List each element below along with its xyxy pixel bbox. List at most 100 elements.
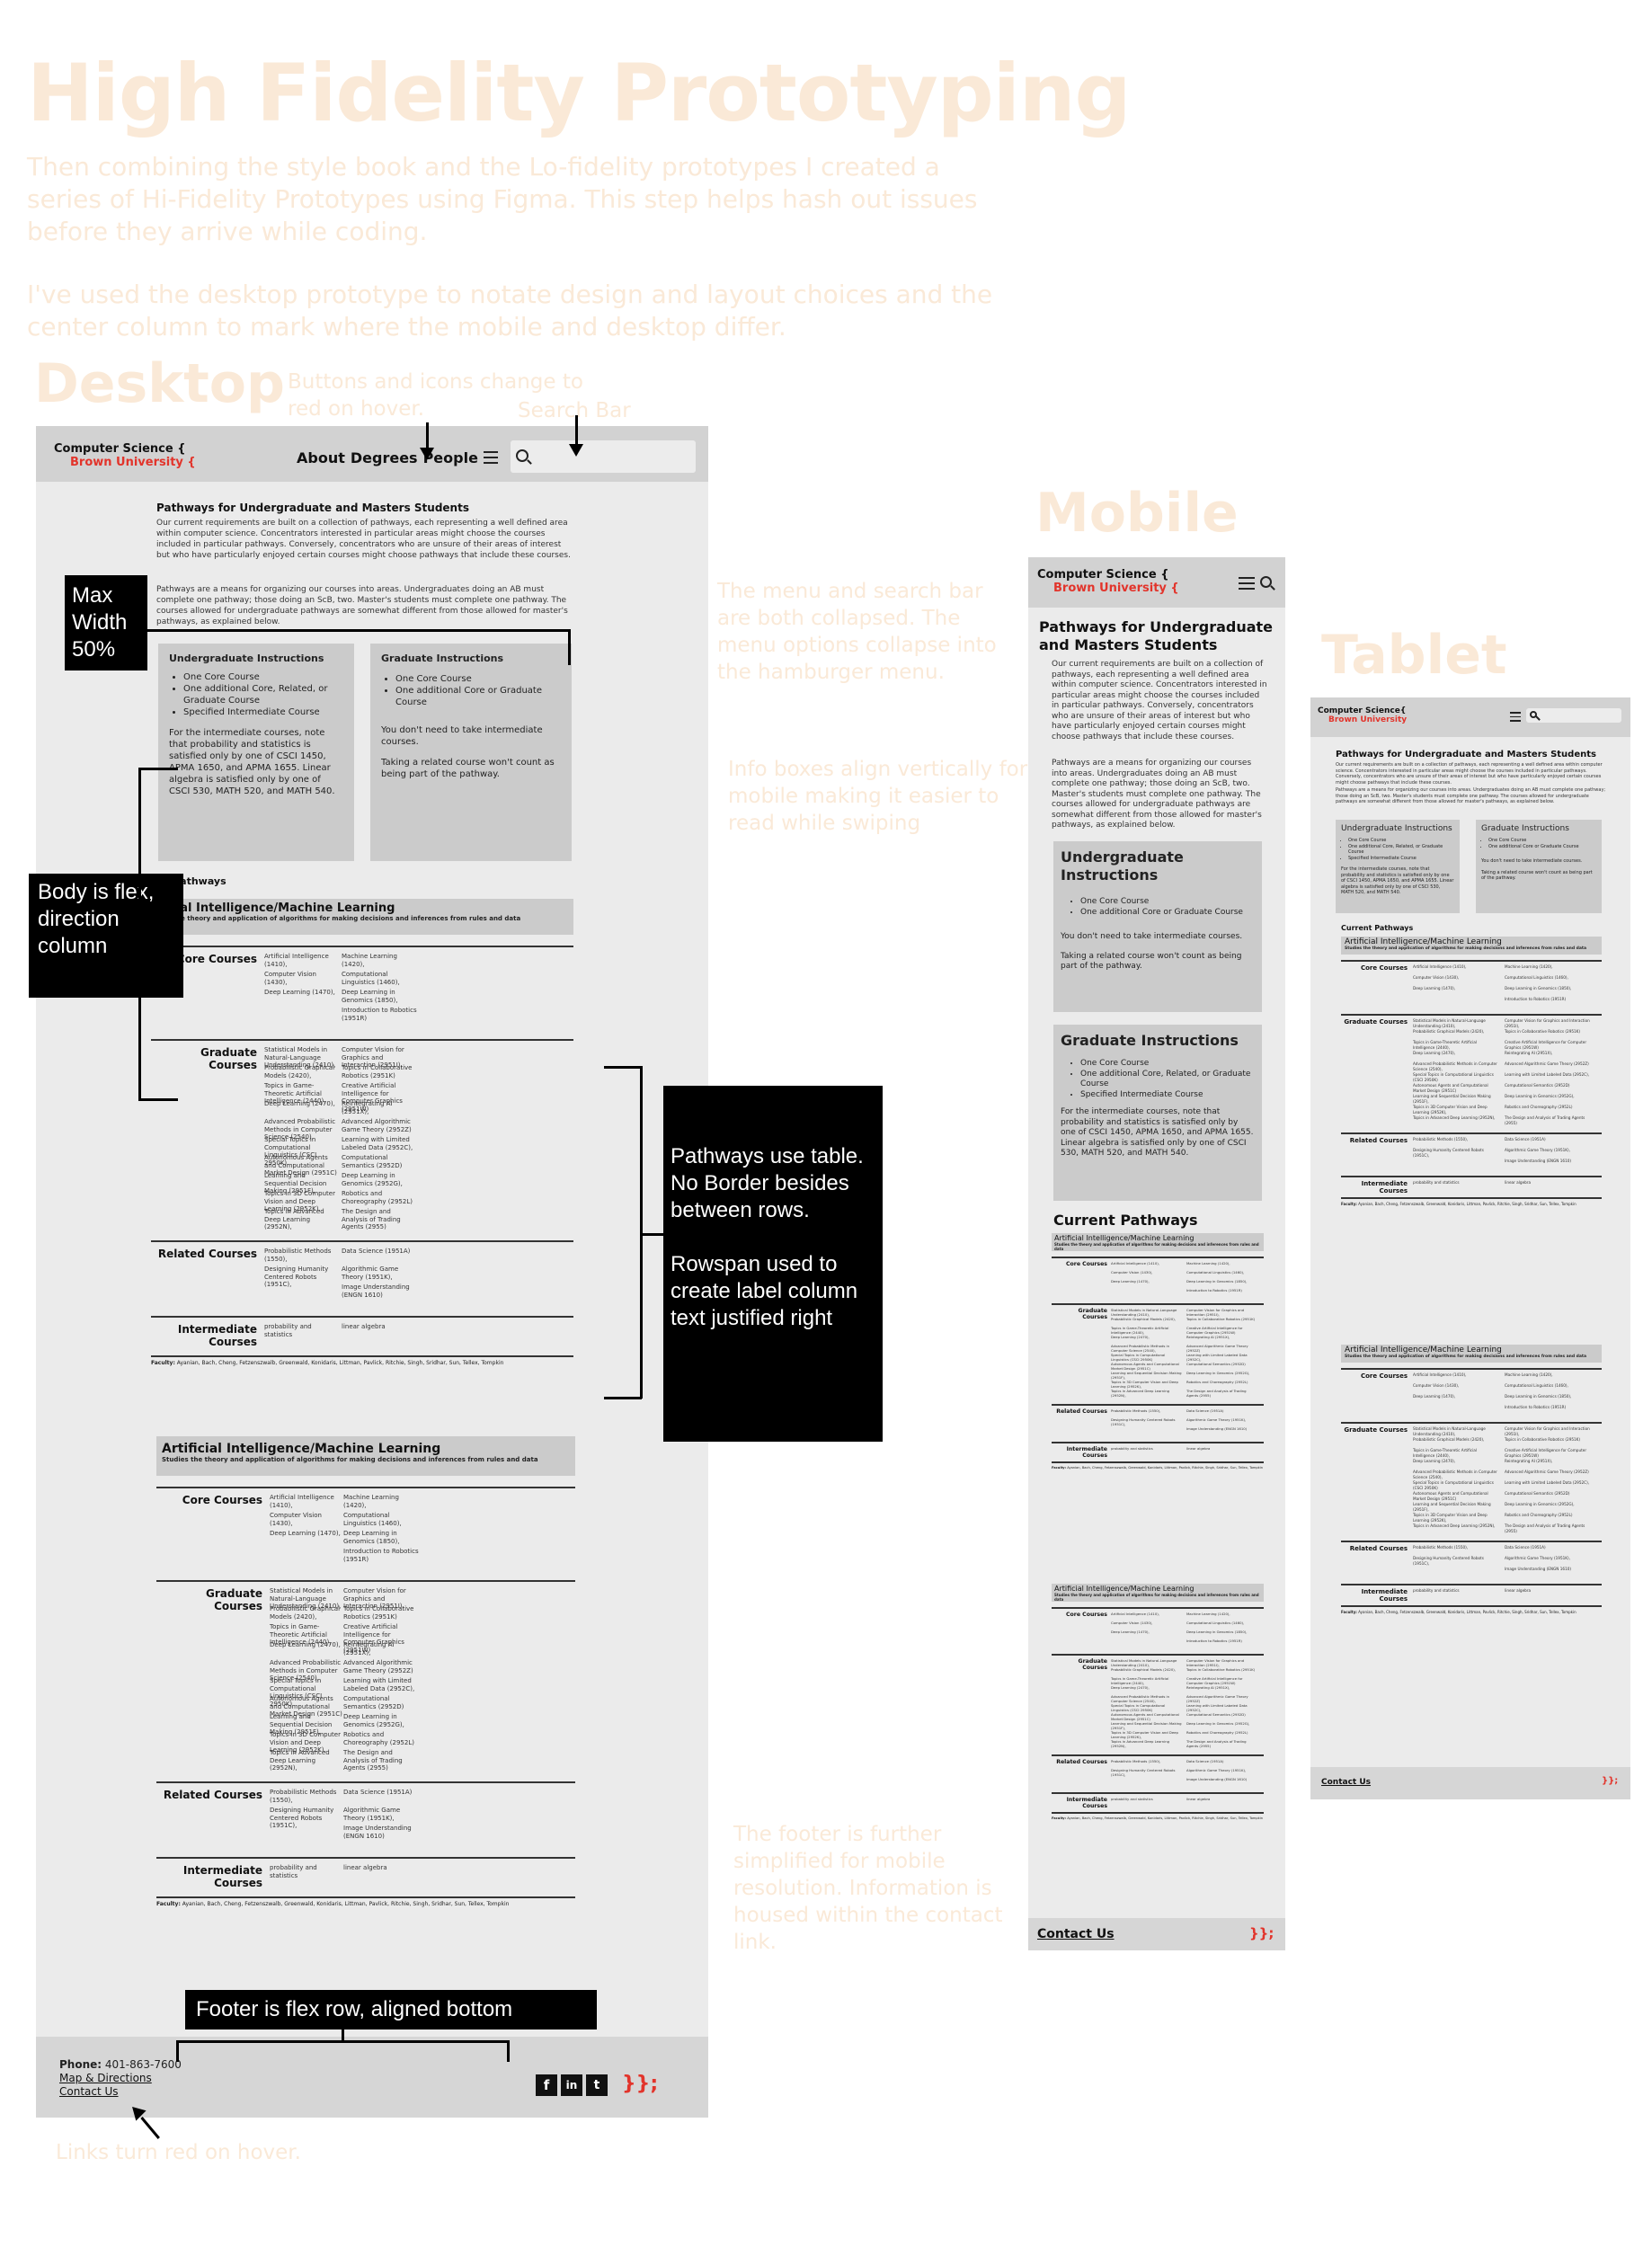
course-cell[interactable]: Deep Learning in Genomics (2952G), — [343, 1713, 419, 1728]
course-cell[interactable]: Computer Vision (1430), — [1413, 975, 1499, 981]
course-cell[interactable]: Statistical Models in Natural-Language U… — [1413, 1018, 1499, 1028]
course-cell[interactable]: Deep Learning in Genomics (1850), — [1186, 1279, 1258, 1283]
course-cell[interactable]: Creative Artificial Intelligence for Com… — [1186, 1676, 1258, 1686]
course-cell[interactable]: Designing Humanity Centered Robots (1951… — [1413, 1556, 1499, 1566]
map-directions-link[interactable]: Map & Directions — [59, 2072, 182, 2085]
course-cell[interactable]: Topics in 3D Computer Vision and Deep Le… — [1111, 1380, 1183, 1390]
course-cell[interactable]: linear algebra — [1186, 1797, 1258, 1801]
course-cell[interactable]: Robotics and Choreography (2952L) — [1186, 1380, 1258, 1384]
course-cell[interactable]: The Design and Analysis of Trading Agent… — [343, 1749, 419, 1772]
course-cell[interactable]: Advanced Algorithmic Game Theory (2952Z) — [343, 1659, 419, 1674]
course-cell[interactable]: Computer Vision (1430), — [270, 1512, 345, 1527]
course-cell[interactable]: Topics in Advanced Deep Learning (2952N)… — [1413, 1115, 1499, 1121]
course-cell[interactable]: Probabilistic Methods (1550), — [270, 1789, 345, 1804]
course-cell[interactable]: Data Science (1951A) — [1186, 1408, 1258, 1413]
course-cell[interactable]: Deep Learning (2470), — [264, 1100, 340, 1108]
course-cell[interactable]: Computational Semantics (2952D) — [1186, 1712, 1258, 1717]
course-cell[interactable]: Deep Learning (2470), — [270, 1641, 345, 1649]
course-cell[interactable]: Image Understanding (ENGN 1610) — [1186, 1426, 1258, 1431]
course-cell[interactable]: Algorithmic Game Theory (1951K), — [1186, 1417, 1258, 1422]
course-cell[interactable]: Deep Learning in Genomics (2952G), — [1186, 1721, 1258, 1726]
course-cell[interactable]: Deep Learning (2470), — [1111, 1335, 1183, 1339]
course-cell[interactable]: Topics in Advanced Deep Learning (2952N)… — [1413, 1523, 1499, 1529]
course-cell[interactable]: Machine Learning (1420), — [1505, 964, 1591, 970]
hamburger-icon[interactable] — [1239, 577, 1255, 590]
course-cell[interactable]: probability and statistics — [1111, 1446, 1183, 1451]
course-cell[interactable]: Designing Humanity Centered Robots (1951… — [264, 1266, 340, 1289]
course-cell[interactable]: Probabilistic Graphical Models (2420), — [1413, 1029, 1499, 1035]
course-cell[interactable]: Topics in Game-Theoretic Artificial Inte… — [1111, 1676, 1183, 1686]
course-cell[interactable]: Topics in Advanced Deep Learning (2952N)… — [270, 1749, 345, 1772]
course-cell[interactable]: Advanced Algorithmic Game Theory (2952Z) — [1186, 1344, 1258, 1354]
course-cell[interactable]: Data Science (1951A) — [1505, 1545, 1591, 1550]
course-cell[interactable]: Image Understanding (ENGN 1610) — [1186, 1777, 1258, 1781]
course-cell[interactable]: Advanced Algorithmic Game Theory (2952Z) — [1505, 1061, 1591, 1067]
course-cell[interactable]: Creative Artificial Intelligence for Com… — [1505, 1040, 1591, 1050]
course-cell[interactable]: Deep Learning (2470), — [1413, 1459, 1499, 1464]
course-cell[interactable]: Topics in Game-Theoretic Artificial Inte… — [1413, 1448, 1499, 1458]
course-cell[interactable]: Deep Learning in Genomics (2952G), — [1505, 1094, 1591, 1099]
course-cell[interactable]: Deep Learning (1470), — [264, 989, 340, 997]
course-cell[interactable]: Topics in Collaborative Robotics (2951K) — [1505, 1437, 1591, 1443]
course-cell[interactable]: Learning with Limited Labeled Data (2952… — [1186, 1703, 1258, 1713]
course-cell[interactable]: Computational Semantics (2952D) — [1505, 1491, 1591, 1497]
course-cell[interactable]: Statistical Models in Natural-Language U… — [1111, 1308, 1183, 1318]
course-cell[interactable]: Computer Vision (1430), — [1111, 1621, 1183, 1625]
search-input[interactable] — [511, 440, 696, 473]
course-cell[interactable]: Artificial Intelligence (1410), — [264, 953, 340, 968]
course-cell[interactable]: Deep Learning (2470), — [1111, 1685, 1183, 1690]
course-cell[interactable]: Advanced Probabilistic Methods in Comput… — [1413, 1470, 1499, 1479]
course-cell[interactable]: Probabilistic Graphical Models (2420), — [270, 1605, 345, 1621]
course-cell[interactable]: Algorithmic Game Theory (1951K), — [1505, 1556, 1591, 1561]
course-cell[interactable]: Deep Learning (1470), — [1111, 1279, 1183, 1283]
course-cell[interactable]: Special Topics in Computational Linguist… — [1111, 1353, 1183, 1363]
logo-line2[interactable]: Brown University { — [54, 456, 196, 469]
course-cell[interactable]: Creative Artificial Intelligence for Com… — [1186, 1326, 1258, 1336]
course-cell[interactable]: Introduction to Robotics (1951R) — [1505, 1405, 1591, 1410]
course-cell[interactable]: The Design and Analysis of Trading Agent… — [1505, 1523, 1591, 1533]
course-cell[interactable]: Learning with Limited Labeled Data (2952… — [1505, 1072, 1591, 1078]
logo-line1[interactable]: Computer Science { — [1037, 568, 1179, 582]
course-cell[interactable]: Autonomous Agents and Computational Mark… — [1413, 1491, 1499, 1501]
course-cell[interactable]: Computer Vision (1430), — [1111, 1270, 1183, 1274]
course-cell[interactable]: Probabilistic Graphical Models (2420), — [264, 1064, 340, 1079]
course-cell[interactable]: Algorithmic Game Theory (1951K), — [1505, 1148, 1591, 1153]
course-cell[interactable]: Learning and Sequential Decision Making … — [1413, 1094, 1499, 1104]
course-cell[interactable]: Image Understanding (ENGN 1610) — [342, 1283, 417, 1299]
course-cell[interactable]: Algorithmic Game Theory (1951K), — [1186, 1768, 1258, 1772]
course-cell[interactable]: probability and statistics — [1413, 1588, 1499, 1594]
course-cell[interactable]: Image Understanding (ENGN 1610) — [1505, 1567, 1591, 1572]
course-cell[interactable]: Reintegrating AI (2951X), — [343, 1641, 419, 1656]
course-cell[interactable]: The Design and Analysis of Trading Agent… — [1186, 1389, 1258, 1399]
course-cell[interactable]: Topics in 3D Computer Vision and Deep Le… — [1111, 1730, 1183, 1740]
course-cell[interactable]: Autonomous Agents and Computational Mark… — [1111, 1712, 1183, 1722]
course-cell[interactable]: Deep Learning (2470), — [1413, 1051, 1499, 1056]
course-cell[interactable]: Probabilistic Graphical Models (2420), — [1111, 1317, 1183, 1321]
course-cell[interactable]: Deep Learning in Genomics (1850), — [1505, 1394, 1591, 1399]
course-cell[interactable]: Probabilistic Methods (1550), — [1111, 1759, 1183, 1763]
course-cell[interactable]: Deep Learning (1470), — [1111, 1630, 1183, 1634]
course-cell[interactable]: Learning with Limited Labeled Data (2952… — [1186, 1353, 1258, 1363]
course-cell[interactable]: Learning and Sequential Decision Making … — [1111, 1371, 1183, 1381]
course-cell[interactable]: Creative Artificial Intelligence for Com… — [1505, 1448, 1591, 1458]
course-cell[interactable]: Autonomous Agents and Computational Mark… — [1413, 1083, 1499, 1093]
course-cell[interactable]: Algorithmic Game Theory (1951K), — [342, 1266, 417, 1281]
course-cell[interactable]: Topics in Advanced Deep Learning (2952N)… — [1111, 1739, 1183, 1749]
course-cell[interactable]: linear algebra — [343, 1864, 419, 1872]
hamburger-icon[interactable] — [484, 451, 498, 464]
course-cell[interactable]: Topics in 3D Computer Vision and Deep Le… — [1413, 1105, 1499, 1115]
course-cell[interactable]: Deep Learning (1470), — [1413, 1394, 1499, 1399]
search-input[interactable] — [1526, 708, 1621, 723]
course-cell[interactable]: Machine Learning (1420), — [342, 953, 417, 968]
search-icon[interactable] — [1260, 576, 1272, 588]
logo-line2[interactable]: Brown University { — [1037, 582, 1179, 595]
course-cell[interactable]: Deep Learning in Genomics (1850), — [1186, 1630, 1258, 1634]
logo-line1[interactable]: Computer Science { — [54, 442, 196, 456]
logo-line2[interactable]: Brown University — [1318, 715, 1407, 724]
course-cell[interactable]: linear algebra — [1186, 1446, 1258, 1451]
course-cell[interactable]: Image Understanding (ENGN 1610) — [1505, 1159, 1591, 1164]
course-cell[interactable]: Introduction to Robotics (1951R) — [1186, 1639, 1258, 1643]
course-cell[interactable]: Designing Humanity Centered Robots (1951… — [1111, 1417, 1183, 1427]
course-cell[interactable]: Topics in Collaborative Robotics (2951K) — [1505, 1029, 1591, 1035]
nav-degrees[interactable]: Degrees — [351, 449, 418, 466]
